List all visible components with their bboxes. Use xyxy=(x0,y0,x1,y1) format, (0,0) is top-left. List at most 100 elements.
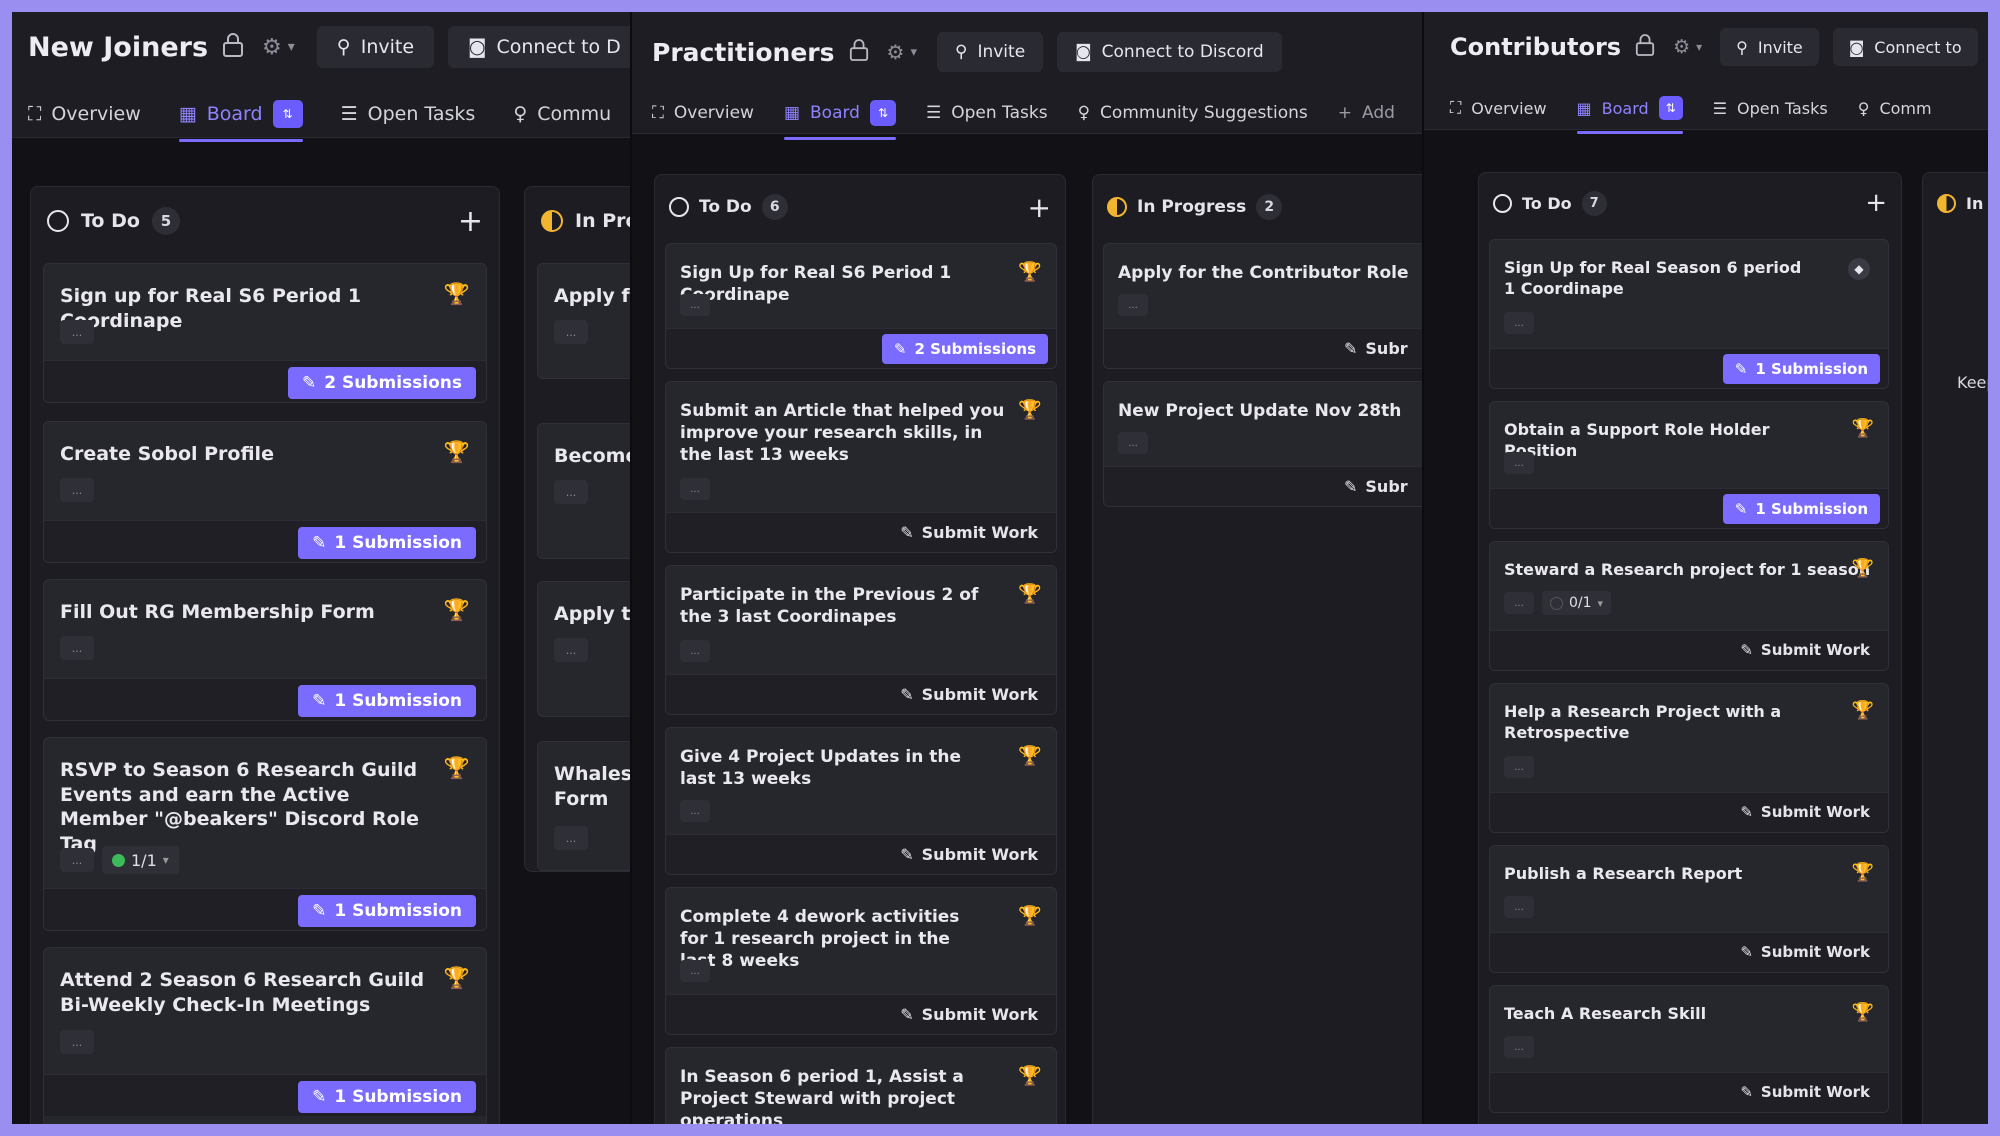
more-options-button[interactable]: ... xyxy=(1118,432,1148,454)
more-options-button[interactable]: ... xyxy=(680,294,710,316)
more-options-button[interactable]: ... xyxy=(1504,452,1534,474)
task-card[interactable]: Attend 2 Season 6 Research Guild Bi-Week… xyxy=(43,947,487,1124)
more-options-button[interactable]: ... xyxy=(680,640,710,662)
task-card[interactable]: Sign Up for Real S6 Period 1 Coordinape … xyxy=(665,243,1057,369)
more-options-button[interactable]: ... xyxy=(554,320,588,344)
submit-work-button[interactable]: ✎ Submit Work xyxy=(1740,641,1870,659)
tab-community-suggestions[interactable]: ♀ Comm xyxy=(1858,99,1932,118)
submit-work-button[interactable]: ✎ Submit Work xyxy=(900,523,1038,542)
task-card[interactable]: Give 4 Project Updates in the last 13 we… xyxy=(665,727,1057,875)
connect-discord-button[interactable]: ◙ Connect to xyxy=(1832,28,1978,66)
tab-overview[interactable]: ⛶ Overview xyxy=(652,103,754,123)
more-options-button[interactable]: ... xyxy=(1504,1036,1534,1058)
connect-discord-button[interactable]: ◙ Connect to D xyxy=(448,26,641,68)
task-card[interactable]: Fill Out RG Membership Form 🏆 ... ✎ 1 Sub… xyxy=(43,579,487,721)
task-card[interactable]: Complete 4 dework activities for 1 resea… xyxy=(665,887,1057,1035)
board-filter-icon[interactable]: ⇅ xyxy=(1658,96,1683,120)
task-card[interactable]: Apply fo ... xyxy=(537,263,642,379)
more-options-button[interactable]: ... xyxy=(1504,756,1534,778)
submissions-button[interactable]: ✎ 2 Submissions xyxy=(287,367,476,399)
board-filter-icon[interactable]: ⇅ xyxy=(869,100,896,126)
tab-board[interactable]: ▦ Board ⇅ xyxy=(783,100,897,140)
more-options-button[interactable]: ... xyxy=(554,826,588,850)
task-card[interactable]: Obtain a Support Role Holder Position 🏆 … xyxy=(1489,401,1889,529)
tab-open-tasks[interactable]: ☰ Open Tasks xyxy=(926,103,1048,123)
tab-overview[interactable]: ⛶ Overview xyxy=(1450,98,1547,118)
more-options-button[interactable]: ... xyxy=(60,478,94,502)
more-options-button[interactable]: ... xyxy=(1504,592,1534,614)
invite-button[interactable]: ⚲ Invite xyxy=(937,32,1044,72)
submissions-button[interactable]: ✎ 1 Submission xyxy=(298,895,476,927)
more-options-button[interactable]: ... xyxy=(554,638,588,662)
more-options-button[interactable]: ... xyxy=(60,320,94,344)
submissions-button[interactable]: ✎ 1 Submission xyxy=(298,527,476,559)
task-card[interactable]: Whales Form ... xyxy=(537,741,642,871)
tab-community-suggestions[interactable]: ♀ Community Suggestions xyxy=(1078,103,1308,123)
tab-board[interactable]: ▦ Board ⇅ xyxy=(1576,96,1683,134)
task-card[interactable]: RSVP to Season 6 Research Guild Events a… xyxy=(43,737,487,931)
tab-add[interactable]: + Add xyxy=(1338,103,1395,123)
discord-icon: ◙ xyxy=(1848,37,1865,57)
submit-work-button[interactable]: ✎ Subr xyxy=(1344,477,1408,496)
tab-board[interactable]: ▦ Board ⇅ xyxy=(178,100,303,142)
submissions-button[interactable]: ✎ 1 Submission xyxy=(298,1081,476,1113)
submissions-button[interactable]: ✎ 2 Submissions xyxy=(881,334,1048,364)
more-options-button[interactable]: ... xyxy=(680,800,710,822)
add-task-icon[interactable]: + xyxy=(1028,191,1051,224)
submit-work-button[interactable]: ✎ Submit Work xyxy=(1740,943,1870,961)
gear-icon[interactable]: ⚙ xyxy=(887,40,905,64)
task-card[interactable]: Publish a Research Report 🏆 ... ✎ Submit … xyxy=(1489,845,1889,973)
task-card[interactable]: Apply for the Contributor Role ... ✎ Subr xyxy=(1103,243,1434,369)
chevron-down-icon[interactable]: ▾ xyxy=(910,45,917,60)
chevron-down-icon[interactable]: ▾ xyxy=(288,39,295,55)
more-options-button[interactable]: ... xyxy=(554,480,588,504)
tab-overview[interactable]: ⛶ Overview xyxy=(28,103,141,125)
submissions-button[interactable]: ✎ 1 Submission xyxy=(1722,354,1880,384)
task-card[interactable]: In Season 6 period 1, Assist a Project S… xyxy=(665,1047,1057,1124)
submit-work-button[interactable]: ✎ Submit Work xyxy=(900,1005,1038,1024)
submit-work-button[interactable]: ✎ Submit Work xyxy=(1740,803,1870,821)
checklist-progress[interactable]: 0/1 ▾ xyxy=(1542,591,1612,615)
chevron-down-icon[interactable]: ▾ xyxy=(1696,40,1702,54)
more-options-button[interactable]: ... xyxy=(60,848,94,872)
more-options-button[interactable]: ... xyxy=(60,1030,94,1054)
more-options-button[interactable]: ... xyxy=(60,636,94,660)
pencil-icon: ✎ xyxy=(312,1087,327,1107)
submit-work-button[interactable]: ✎ Submit Work xyxy=(1740,1083,1870,1101)
task-card[interactable]: Participate in the Previous 2 of the 3 l… xyxy=(665,565,1057,715)
task-card[interactable]: Apply to ... xyxy=(537,581,642,717)
task-card[interactable]: Sign up for Real S6 Period 1 Coordinape … xyxy=(43,263,487,403)
connect-discord-button[interactable]: ◙ Connect to Discord xyxy=(1057,32,1282,72)
tab-community-suggestions[interactable]: ♀ Commu xyxy=(513,103,611,125)
task-card[interactable]: New Project Update Nov 28th ... ✎ Subr xyxy=(1103,381,1434,507)
more-options-button[interactable]: ... xyxy=(1504,896,1534,918)
task-card[interactable]: Teach A Research Skill 🏆 ... ✎ Submit Wor… xyxy=(1489,985,1889,1113)
submissions-button[interactable]: ✎ 1 Submission xyxy=(298,685,476,717)
more-options-button[interactable]: ... xyxy=(680,478,710,500)
more-options-button[interactable]: ... xyxy=(1118,294,1148,316)
overview-icon: ⛶ xyxy=(1450,98,1462,117)
task-card[interactable]: Submit an Article that helped you improv… xyxy=(665,381,1057,553)
submit-work-button[interactable]: ✎ Submit Work xyxy=(900,845,1038,864)
tab-open-tasks[interactable]: ☰ Open Tasks xyxy=(341,103,476,125)
invite-button[interactable]: ⚲ Invite xyxy=(316,26,435,68)
more-options-button[interactable]: ... xyxy=(680,960,710,982)
submissions-button[interactable]: ✎ 1 Submission xyxy=(1722,494,1880,524)
gear-icon[interactable]: ⚙ xyxy=(262,35,282,60)
board-filter-icon[interactable]: ⇅ xyxy=(272,100,303,128)
task-card[interactable]: Sign Up for Real Season 6 period 1 Coord… xyxy=(1489,239,1889,389)
tab-open-tasks[interactable]: ☰ Open Tasks xyxy=(1713,99,1828,118)
submit-work-button[interactable]: ✎ Submit Work xyxy=(900,685,1038,704)
task-card[interactable]: Create Sobol Profile 🏆 ... ✎ 1 Submission xyxy=(43,421,487,563)
submit-work-button[interactable]: ✎ Subr xyxy=(1344,339,1408,358)
task-card[interactable]: Help a Research Project with a Retrospec… xyxy=(1489,683,1889,833)
workspace-title: New Joiners xyxy=(28,31,209,63)
add-task-icon[interactable]: + xyxy=(458,204,483,239)
task-card[interactable]: Become ... xyxy=(537,423,642,559)
invite-button[interactable]: ⚲ Invite xyxy=(1720,28,1819,66)
task-card[interactable]: Steward a Research project for 1 season … xyxy=(1489,541,1889,671)
add-task-icon[interactable]: + xyxy=(1865,188,1887,218)
gear-icon[interactable]: ⚙ xyxy=(1673,36,1690,58)
more-options-button[interactable]: ... xyxy=(1504,312,1534,334)
checklist-progress[interactable]: 1/1 ▾ xyxy=(102,846,179,874)
